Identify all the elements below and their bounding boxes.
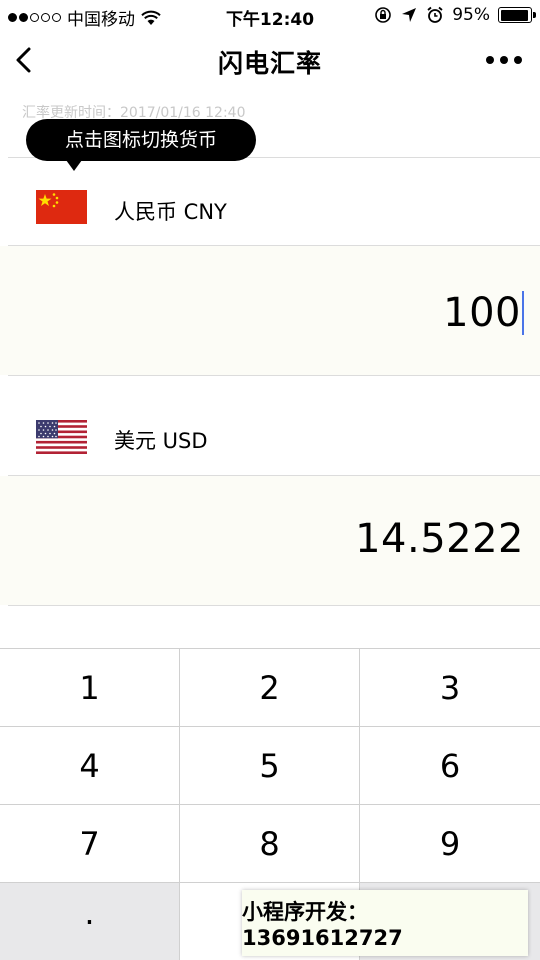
tooltip-arrow — [66, 160, 82, 171]
page-title: 闪电汇率 — [217, 49, 322, 78]
alarm-icon — [427, 6, 443, 23]
divider — [8, 605, 540, 606]
switch-currency-tooltip: 点击图标切换货币 — [26, 119, 256, 171]
key-3[interactable]: 3 — [360, 649, 540, 727]
battery-icon — [498, 7, 536, 23]
text-caret — [522, 291, 524, 335]
key-8[interactable]: 8 — [180, 805, 360, 883]
status-bar: 中国移动 下午12:40 95% — [0, 0, 540, 30]
target-currency-row[interactable]: 美元 USD — [0, 376, 540, 475]
orientation-lock-icon — [375, 7, 392, 23]
target-currency-label: 美元 USD — [114, 429, 208, 453]
key-4[interactable]: 4 — [0, 727, 180, 805]
status-right: 95% — [374, 5, 536, 25]
source-currency-label: 人民币 CNY — [114, 200, 227, 224]
target-amount-area: 14.5222 — [0, 476, 540, 605]
key-9[interactable]: 9 — [360, 805, 540, 883]
key-6[interactable]: 6 — [360, 727, 540, 805]
source-amount-area[interactable]: 100 — [0, 246, 540, 375]
battery-percent: 95% — [452, 5, 490, 25]
target-amount-value: 14.5222 — [355, 516, 524, 562]
source-amount-input[interactable]: 100 — [443, 290, 524, 337]
developer-promo-banner: 小程序开发：13691612727 — [242, 890, 528, 956]
china-flag-icon[interactable] — [36, 190, 87, 224]
key-5[interactable]: 5 — [180, 727, 360, 805]
location-arrow-icon — [402, 8, 417, 22]
usa-flag-icon[interactable] — [36, 420, 87, 454]
source-amount-value: 100 — [443, 290, 521, 336]
source-currency-row[interactable]: 人民币 CNY — [0, 158, 540, 246]
key-1[interactable]: 1 — [0, 649, 180, 727]
key-2[interactable]: 2 — [180, 649, 360, 727]
key-7[interactable]: 7 — [0, 805, 180, 883]
more-options-icon[interactable] — [486, 56, 522, 64]
key-decimal-point[interactable]: · — [0, 883, 180, 960]
battery-fill — [500, 9, 529, 21]
nav-bar: 闪电汇率 — [0, 30, 540, 92]
tooltip-text: 点击图标切换货币 — [64, 129, 217, 151]
